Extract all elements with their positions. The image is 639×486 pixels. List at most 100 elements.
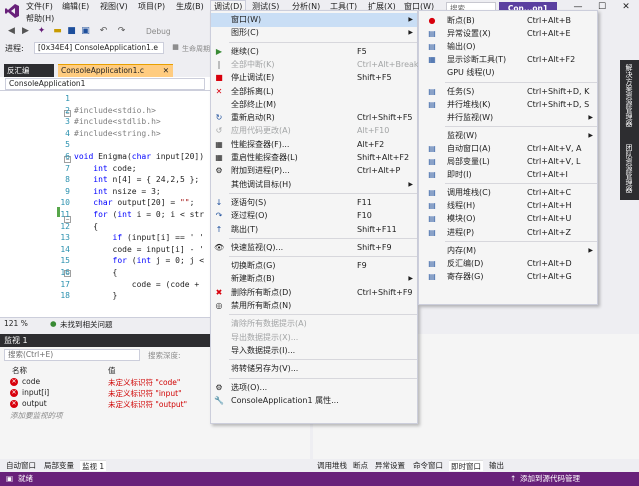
tab-team-explorer[interactable]: 团队资源管理器	[624, 144, 634, 193]
menu-project[interactable]: 项目(P)	[138, 1, 165, 12]
code-line[interactable]: for (int i = 0; i < str	[74, 210, 204, 219]
debug-menu-item[interactable]: ↓ 逐语句(S) F11	[211, 196, 417, 210]
add-watch-item[interactable]: 添加要监视的项	[10, 410, 63, 421]
code-line[interactable]: if (input[i] == ' '	[74, 233, 205, 242]
col-name-header[interactable]: 名称	[12, 365, 27, 376]
debug-menu-item[interactable]: ↺ 应用代码更改(A) Alt+F10	[211, 124, 417, 138]
window-menu-item[interactable]: 监视(W) ▶	[419, 129, 597, 143]
debug-menu-item[interactable]: 清除所有数据提示(A)	[211, 317, 417, 331]
col-value-header[interactable]: 值	[108, 365, 116, 376]
window-menu-item[interactable]: ▤ 自动窗口(A) Ctrl+Alt+V, A	[419, 142, 597, 156]
window-menu-item[interactable]: ▤ 寄存器(G) Ctrl+Alt+G	[419, 270, 597, 284]
code-line[interactable]: code = input[i] - '	[74, 245, 205, 254]
window-menu-item[interactable]: ▤ 调用堆栈(C) Ctrl+Alt+C	[419, 186, 597, 200]
tab-command-window[interactable]: 命令窗口	[411, 460, 445, 471]
nav-back-icon[interactable]: ◀	[6, 26, 17, 37]
window-menu-item[interactable]: 内存(M) ▶	[419, 244, 597, 258]
window-menu-item[interactable]: ▤ 线程(H) Ctrl+Alt+H	[419, 199, 597, 213]
debug-menu-item[interactable]: 图形(C) ▶	[211, 26, 417, 40]
tab-exception-settings[interactable]: 异常设置	[373, 460, 407, 471]
window-menu-item[interactable]: ▤ 即时(I) Ctrl+Alt+I	[419, 168, 597, 182]
tab-watch1[interactable]: 监视 1	[80, 460, 107, 471]
code-line[interactable]: {	[74, 222, 98, 231]
tab-source-file[interactable]: ConsoleApplication1.c ✕	[58, 64, 173, 77]
window-menu-item[interactable]: ▤ 反汇编(D) Ctrl+Alt+D	[419, 257, 597, 271]
window-menu-item[interactable]: ▦ 显示诊断工具(T) Ctrl+Alt+F2	[419, 53, 597, 67]
window-menu-item[interactable]: GPU 线程(U)	[419, 66, 597, 80]
window-menu-item[interactable]: ▤ 输出(O)	[419, 40, 597, 54]
window-menu-item[interactable]: ▤ 异常设置(X) Ctrl+Alt+E	[419, 27, 597, 41]
window-menu-item[interactable]: ▤ 任务(S) Ctrl+Shift+D, K	[419, 85, 597, 99]
code-line[interactable]: int n[4] = { 24,2,5 };	[74, 175, 199, 184]
redo-icon[interactable]: ↷	[116, 26, 127, 37]
code-line[interactable]: #include<stdio.h>	[74, 106, 156, 115]
debug-menu-item[interactable]: 新建断点(B) ▶	[211, 272, 417, 286]
tab-disassembly[interactable]: 反汇编	[4, 64, 54, 77]
nav-forward-icon[interactable]: ▶	[20, 26, 31, 37]
debug-menu-item[interactable]: ▦ 性能探查器(F)... Alt+F2	[211, 138, 417, 152]
code-line[interactable]: int code;	[74, 164, 136, 173]
debug-menu-item[interactable]: ↷ 逐过程(O) F10	[211, 209, 417, 223]
debug-menu-item[interactable]: 将转储另存为(V)...	[211, 362, 417, 376]
window-menu-item[interactable]: ▤ 进程(P) Ctrl+Alt+Z	[419, 226, 597, 240]
debug-menu-item[interactable]: ✕ 全部拆离(L)	[211, 85, 417, 99]
process-select[interactable]: [0x34E4] ConsoleApplication1.e	[34, 42, 164, 54]
add-source-control[interactable]: 添加到源代码管理	[520, 472, 580, 486]
code-line[interactable]: }	[74, 291, 118, 300]
debug-menu-item[interactable]: ⚙ 附加到进程(P)... Ctrl+Alt+P	[211, 164, 417, 178]
debug-menu-item[interactable]: 导入数据提示(I)...	[211, 344, 417, 358]
code-line[interactable]: int nsize = 3;	[74, 187, 160, 196]
debug-menu-item[interactable]: ↻ 重新启动(R) Ctrl+Shift+F5	[211, 111, 417, 125]
tab-immediate-window[interactable]: 即时窗口	[449, 460, 483, 471]
watch-search-input[interactable]: 搜索(Ctrl+E)	[4, 349, 140, 361]
tab-call-stack[interactable]: 调用堆栈	[315, 460, 349, 471]
close-button[interactable]: ✕	[614, 0, 638, 14]
menu-view[interactable]: 视图(V)	[100, 1, 128, 12]
tab-output[interactable]: 输出	[487, 460, 506, 471]
tab-autos[interactable]: 自动窗口	[4, 460, 38, 471]
code-line[interactable]: void Enigma(char input[20])	[74, 152, 204, 161]
open-folder-icon[interactable]: ▬	[52, 26, 63, 37]
tab-close-icon[interactable]: ✕	[163, 65, 169, 77]
menu-edit[interactable]: 编辑(E)	[62, 1, 89, 12]
code-line[interactable]: #include<stdlib.h>	[74, 117, 161, 126]
tab-breakpoints[interactable]: 断点	[351, 460, 370, 471]
window-menu-item[interactable]: ▤ 局部变量(L) Ctrl+Alt+V, L	[419, 155, 597, 169]
debug-menu-item[interactable]: 全部终止(M)	[211, 98, 417, 112]
config-select[interactable]: Debug	[146, 27, 171, 36]
debug-menu-item[interactable]: 🔧 ConsoleApplication1 属性...	[211, 394, 417, 408]
code-line[interactable]: code = (code +	[74, 280, 199, 289]
code-line[interactable]: char output[20] = "";	[74, 198, 194, 207]
window-menu-item[interactable]: ▤ 并行堆栈(K) Ctrl+Shift+D, S	[419, 98, 597, 112]
zoom-level[interactable]: 121 %	[4, 319, 28, 328]
debug-menu-item[interactable]: 窗口(W) ▶	[211, 13, 417, 27]
debug-menu-item[interactable]: ✖ 删除所有断点(D) Ctrl+Shift+F9	[211, 286, 417, 300]
debug-menu-item[interactable]: ◎ 禁用所有断点(N)	[211, 299, 417, 313]
window-menu-item[interactable]: ▤ 模块(O) Ctrl+Alt+U	[419, 212, 597, 226]
code-editor[interactable]: − − − − 1 2 #include<stdio.h> 3 #include<std…	[0, 91, 210, 317]
window-menu-item[interactable]: ● 断点(B) Ctrl+Alt+B	[419, 14, 597, 28]
debug-menu-item[interactable]: ‖ 全部中断(K) Ctrl+Alt+Break	[211, 58, 419, 72]
menu-file[interactable]: 文件(F)	[26, 1, 53, 12]
window-menu-item[interactable]: 并行监视(W) ▶	[419, 111, 597, 125]
new-project-icon[interactable]: ✦	[36, 26, 47, 37]
debug-menu-item[interactable]: ⚙ 选项(O)...	[211, 381, 417, 395]
debug-menu-item[interactable]: 导出数据提示(X)...	[211, 331, 417, 345]
save-icon[interactable]: ■	[66, 26, 77, 37]
debug-menu-item[interactable]: 👁 快速监视(Q)... Shift+F9	[211, 241, 417, 255]
save-all-icon[interactable]: ▣	[80, 26, 91, 37]
code-line[interactable]: for (int j = 0; j <	[74, 256, 205, 265]
debug-menu-item[interactable]: ▶ 继续(C) F5	[211, 45, 417, 59]
tab-solution-explorer[interactable]: 解决方案资源管理器	[624, 64, 634, 127]
debug-menu-item[interactable]: ▦ 重启性能探查器(L) Shift+Alt+F2	[211, 151, 417, 165]
tab-locals[interactable]: 局部变量	[42, 460, 76, 471]
debug-menu-item[interactable]: ↑ 跳出(T) Shift+F11	[211, 223, 417, 237]
debug-menu-item[interactable]: 切换断点(G) F9	[211, 259, 417, 273]
debug-menu-item[interactable]: 其他调试目标(H) ▶	[211, 178, 417, 192]
code-line[interactable]: {	[74, 268, 118, 277]
menu-build[interactable]: 生成(B)	[176, 1, 204, 12]
menu-help[interactable]: 帮助(H)	[26, 13, 54, 24]
scope-select[interactable]: ConsoleApplication1	[5, 78, 205, 90]
debug-menu-item[interactable]: ■ 停止调试(E) Shift+F5	[211, 71, 417, 85]
undo-icon[interactable]: ↶	[98, 26, 109, 37]
